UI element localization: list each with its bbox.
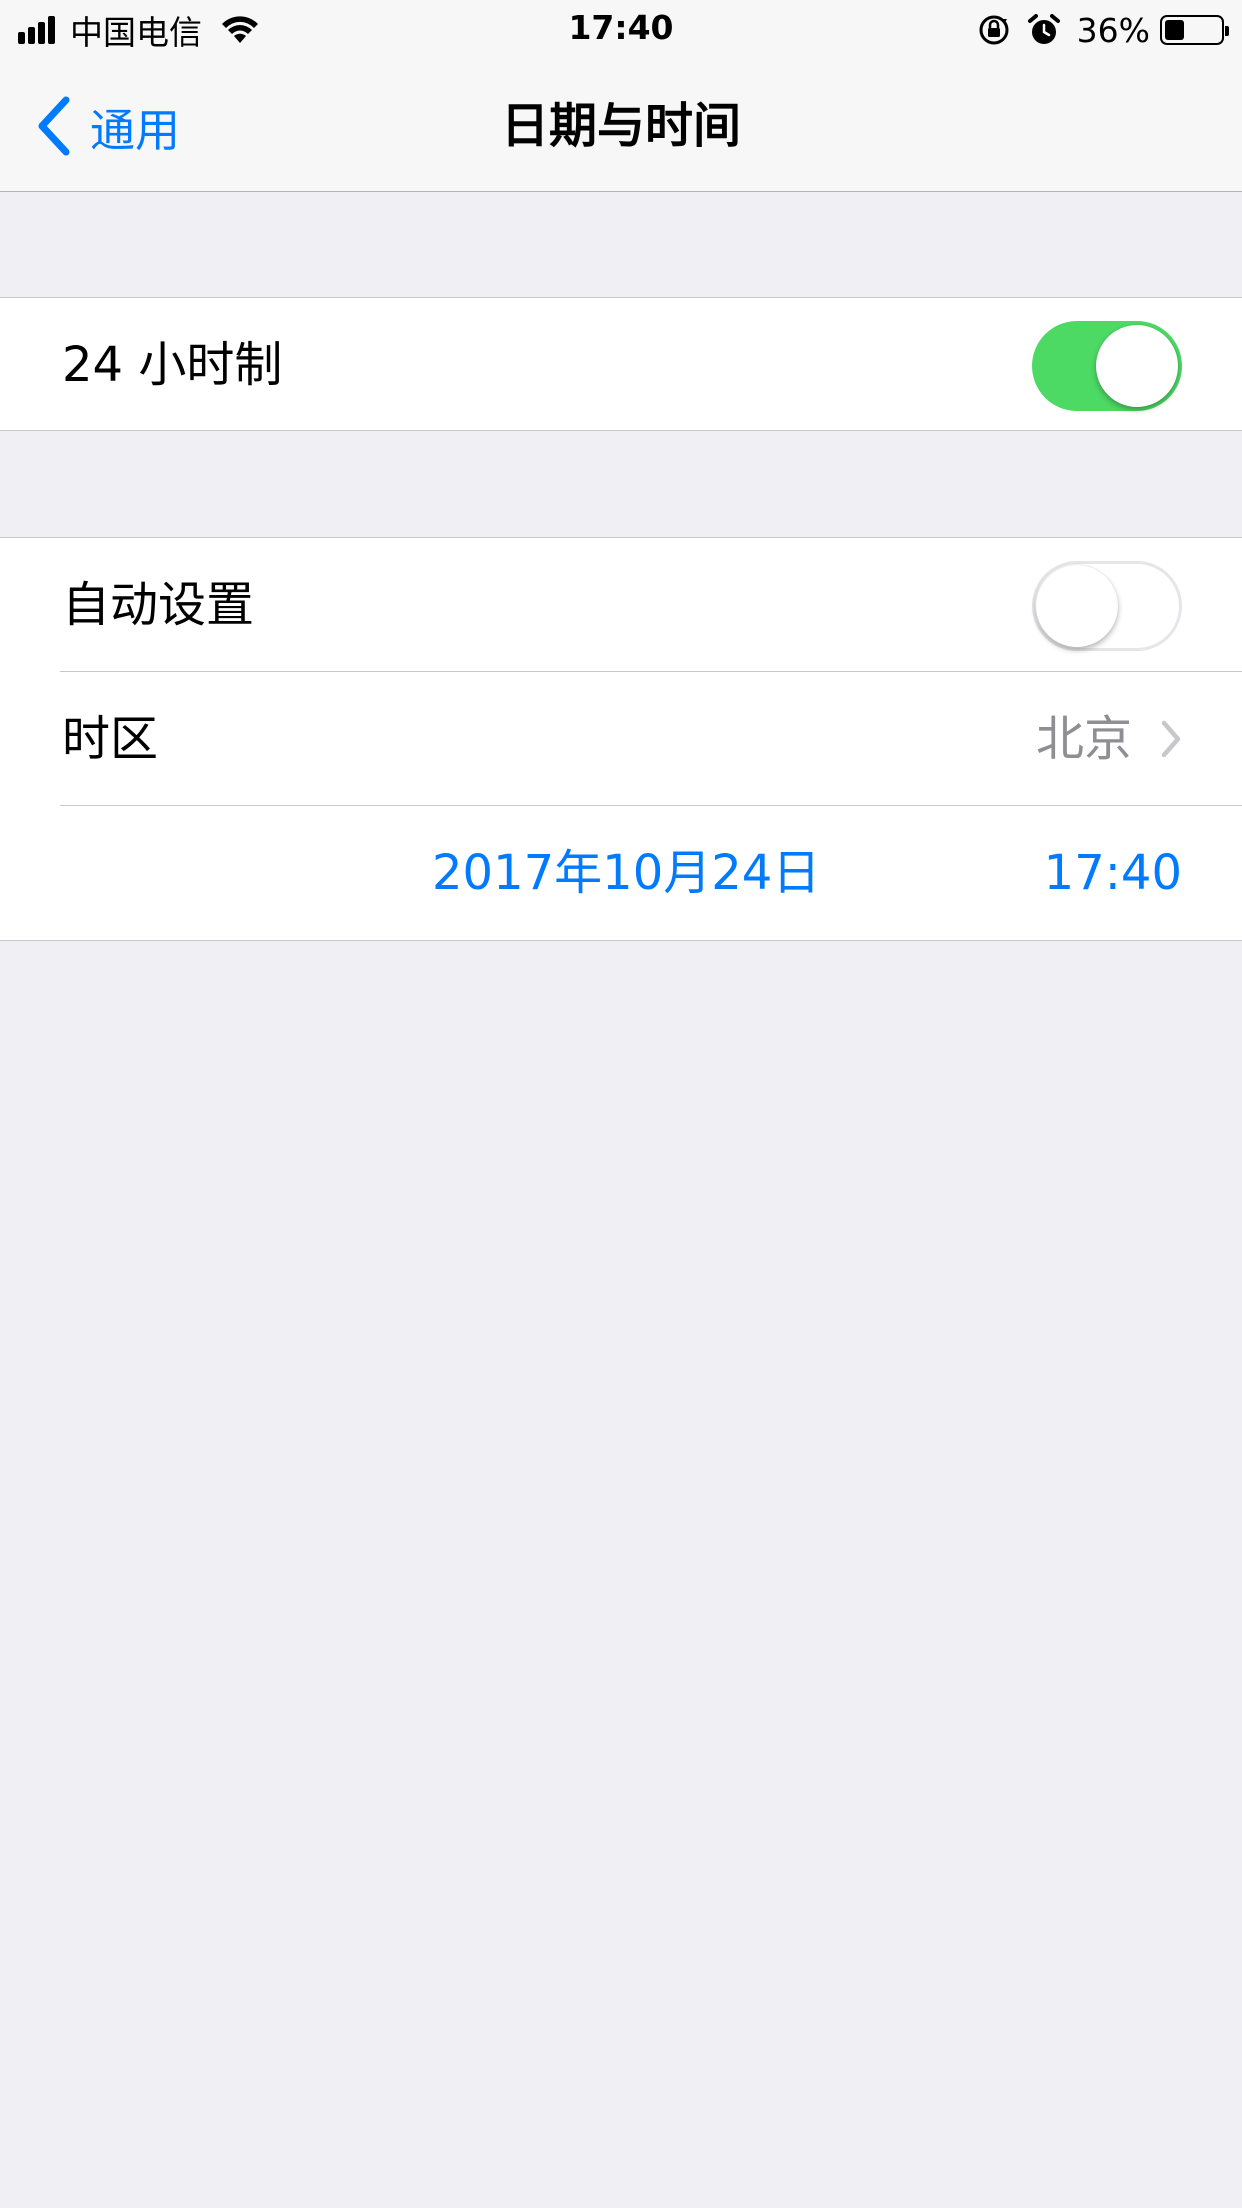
settings-group-format: 24 小时制: [0, 297, 1242, 431]
timezone-value: 北京: [1035, 711, 1132, 767]
auto-set-label: 自动设置: [62, 577, 255, 633]
navigation-bar: 通用 日期与时间: [0, 60, 1242, 192]
alarm-icon: [1027, 14, 1060, 44]
status-right: 36%: [977, 10, 1229, 50]
time-value[interactable]: 17:40: [1044, 806, 1182, 940]
timezone-row[interactable]: 时区 北京: [0, 672, 1242, 806]
hour24-toggle[interactable]: [1032, 321, 1182, 411]
settings-group-datetime: 自动设置 时区 北京 2017年10月24日 17:40: [0, 537, 1242, 941]
datetime-row[interactable]: 2017年10月24日 17:40: [0, 806, 1242, 940]
hour24-row: 24 小时制: [0, 298, 1242, 432]
battery-percent: 36%: [1076, 10, 1150, 50]
orientation-lock-icon: [979, 15, 1009, 45]
auto-set-toggle[interactable]: [1032, 561, 1182, 651]
battery-tip: [1225, 26, 1229, 36]
status-bar: 中国电信 17:40 36%: [0, 0, 1242, 60]
timezone-label: 时区: [62, 711, 159, 767]
date-value[interactable]: 2017年10月24日: [432, 806, 820, 940]
battery-level: [1165, 20, 1185, 40]
auto-set-row: 自动设置: [0, 538, 1242, 672]
battery-icon: [1160, 15, 1229, 45]
page-title: 日期与时间: [500, 98, 741, 154]
chevron-right-icon: [1161, 720, 1181, 758]
toggle-knob: [1036, 565, 1118, 647]
hour24-label: 24 小时制: [62, 337, 283, 393]
toggle-knob: [1096, 325, 1178, 407]
